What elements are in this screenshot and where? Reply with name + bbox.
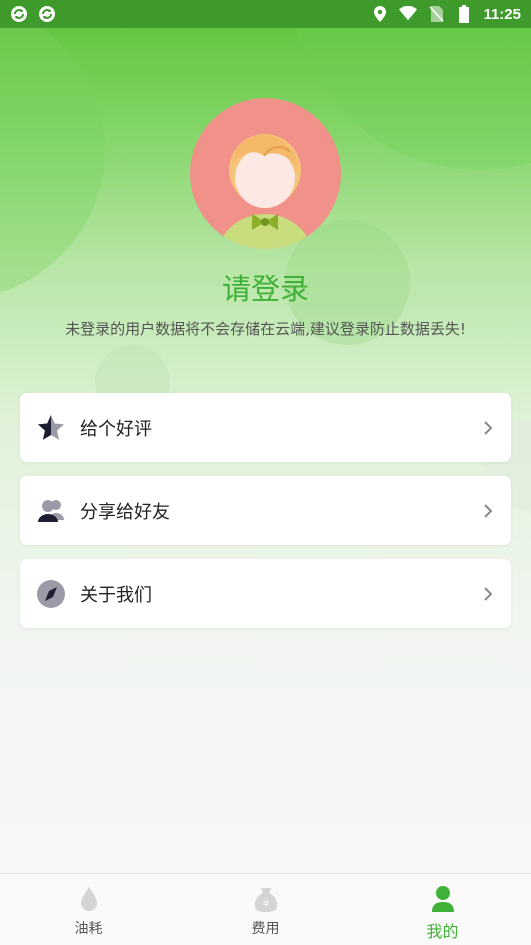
menu-item-label: 分享给好友 xyxy=(80,501,170,523)
svg-text:¥: ¥ xyxy=(262,899,268,910)
drop-icon xyxy=(74,884,104,914)
wifi-icon xyxy=(399,5,418,23)
bottom-tab-bar: 油耗 ¥ 费用 我的 xyxy=(0,873,531,945)
status-bar: 11:25 xyxy=(0,0,531,28)
chevron-right-icon xyxy=(481,503,495,518)
money-bag-icon: ¥ xyxy=(251,884,281,914)
menu-item-rate[interactable]: 给个好评 xyxy=(20,393,511,462)
avatar[interactable] xyxy=(190,98,341,249)
star-icon xyxy=(36,413,66,443)
tab-label: 费用 xyxy=(251,921,280,937)
battery-icon xyxy=(455,5,473,23)
chevron-right-icon xyxy=(481,586,495,601)
menu-item-share[interactable]: 分享给好友 xyxy=(20,476,511,545)
decor-bubble xyxy=(0,0,105,300)
tab-expenses[interactable]: ¥ 费用 xyxy=(177,874,354,945)
person-icon xyxy=(428,884,458,914)
menu-item-label: 给个好评 xyxy=(80,418,152,440)
users-icon xyxy=(36,496,66,526)
location-icon xyxy=(371,5,389,23)
login-hint: 未登录的用户数据将不会存储在云端,建议登录防止数据丢失! xyxy=(65,320,466,338)
tab-fuel[interactable]: 油耗 xyxy=(0,874,177,945)
tab-mine[interactable]: 我的 xyxy=(354,874,531,945)
menu-item-about[interactable]: 关于我们 xyxy=(20,559,511,628)
no-sim-icon xyxy=(427,5,445,23)
sync-icon xyxy=(38,5,56,23)
tab-label: 我的 xyxy=(426,922,459,941)
sync-icon xyxy=(10,5,28,23)
compass-icon xyxy=(36,579,66,609)
status-time: 11:25 xyxy=(483,5,521,23)
menu-item-label: 关于我们 xyxy=(80,584,152,606)
tab-label: 油耗 xyxy=(74,921,103,937)
login-prompt[interactable]: 请登录 xyxy=(0,266,531,308)
chevron-right-icon xyxy=(481,420,495,435)
